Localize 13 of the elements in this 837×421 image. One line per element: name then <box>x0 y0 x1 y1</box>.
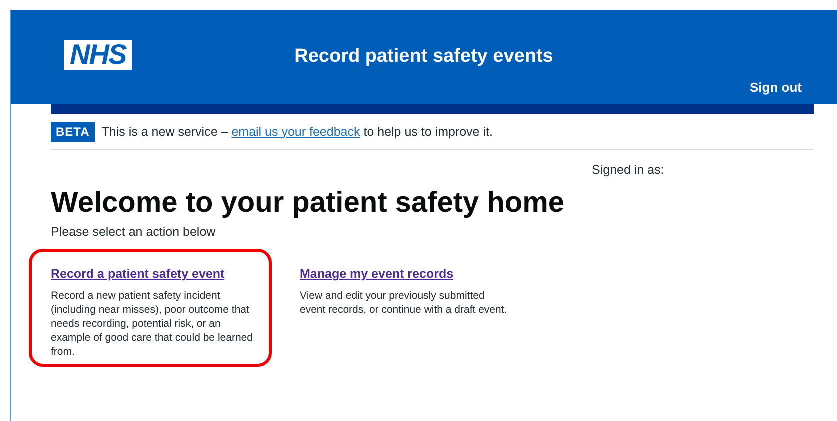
action-description: Record a new patient safety incident (including near misses), poor outcome that needs recording, potential risk, or an example of good care that could be learned from. <box>51 289 254 360</box>
service-title: Record patient safety events <box>294 45 554 69</box>
sign-out-link[interactable]: Sign out <box>750 78 802 98</box>
beta-message: This is a new service – email us your feedback to help us to improve it. <box>102 124 493 141</box>
action-description: View and edit your previously submitted event records, or continue with a draft event. <box>300 289 508 318</box>
action-link[interactable]: Record a patient safety event <box>51 267 225 282</box>
page-subheading: Please select an action below <box>51 224 216 239</box>
nhs-logo[interactable]: NHS <box>64 40 132 70</box>
signed-in-label: Signed in as: <box>592 163 664 177</box>
action-link[interactable]: Manage my event records <box>300 267 454 282</box>
feedback-link[interactable]: email us your feedback <box>232 124 360 139</box>
page-heading: Welcome to your patient safety home <box>51 186 565 219</box>
beta-tag: BETA <box>51 122 95 142</box>
